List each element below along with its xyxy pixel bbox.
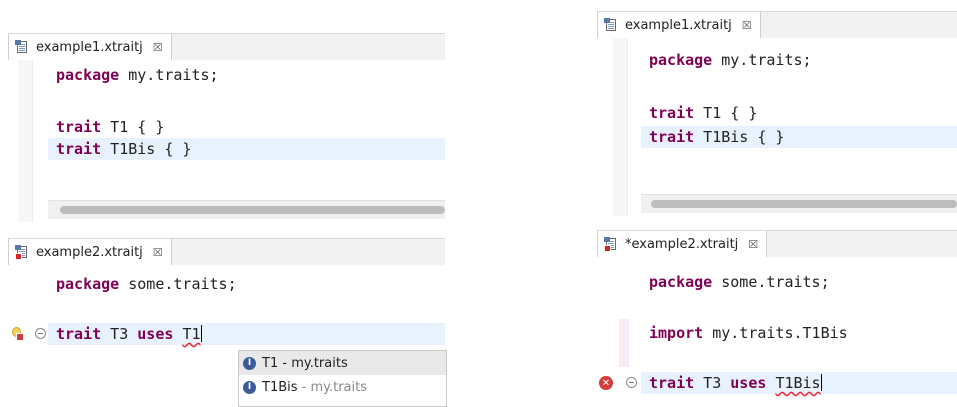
close-tab-icon[interactable]: ☒ — [742, 19, 752, 32]
code-text: T1 { } — [694, 104, 758, 122]
code-text: some.traits; — [712, 273, 830, 291]
fold-collapse-icon[interactable] — [626, 377, 637, 388]
xtraitj-file-icon — [15, 39, 30, 55]
xtraitj-file-error-icon — [604, 236, 619, 252]
content-assist-popup: I T1 - my.traits I T1Bis - my.traits — [238, 350, 447, 407]
code-line: trait T1 { } — [56, 116, 164, 138]
code-text: T3 — [101, 325, 138, 343]
editor-example1[interactable]: package my.traits; trait T1 { } trait T1… — [597, 38, 957, 216]
tab-bar-example2: example2.xtraitj ☒ — [8, 238, 445, 266]
tab-title: example1.xtraitj — [36, 39, 143, 55]
keyword: trait — [649, 128, 695, 146]
assist-item-sep: - — [278, 355, 292, 371]
tab-example1[interactable]: example1.xtraitj ☒ — [8, 34, 172, 60]
tab-example2[interactable]: *example2.xtraitj ☒ — [597, 231, 768, 257]
code-line: package some.traits; — [56, 273, 237, 295]
keyword: trait — [56, 140, 102, 158]
code-text: my.traits.T1Bis — [703, 324, 848, 342]
error-quickfix-icon[interactable] — [10, 327, 24, 341]
code-text: T1Bis { } — [101, 140, 192, 158]
editor-example1[interactable]: package my.traits; trait T1 { } trait T1… — [8, 60, 445, 222]
fold-collapse-icon[interactable] — [35, 328, 46, 339]
code-line: trait T3 uses T1 — [56, 323, 202, 345]
code-line: trait T1 { } — [649, 102, 757, 124]
code-text: my.traits; — [119, 66, 219, 84]
code-line: trait T1Bis { } — [649, 126, 784, 148]
keyword: import — [649, 324, 704, 342]
keyword: trait — [649, 374, 695, 392]
assist-item-name: T1 — [262, 355, 279, 371]
right-editor-area: example1.xtraitj ☒ package my.traits; tr… — [593, 0, 957, 405]
xtraitj-file-icon — [604, 17, 619, 33]
keyword: trait — [56, 118, 102, 136]
close-tab-icon[interactable]: ☒ — [153, 41, 163, 54]
tab-bar-example2: *example2.xtraitj ☒ — [597, 230, 957, 258]
keyword: trait — [649, 104, 695, 122]
assist-item-name: T1Bis — [262, 379, 298, 395]
keyword: uses — [137, 325, 174, 343]
code-line: package some.traits; — [649, 271, 830, 293]
assist-item-sep: - — [297, 379, 311, 395]
keyword: package — [56, 275, 120, 293]
code-text: my.traits; — [712, 51, 812, 69]
scrollbar-thumb[interactable] — [651, 200, 957, 208]
code-text: T1 { } — [101, 118, 165, 136]
tab-title: example2.xtraitj — [36, 244, 143, 260]
code-line: trait T1Bis { } — [56, 138, 191, 160]
error-icon[interactable]: ✕ — [599, 376, 613, 390]
tab-title: *example2.xtraitj — [625, 236, 739, 252]
error-reference: T1Bis — [775, 374, 821, 392]
horizontal-scrollbar[interactable] — [641, 194, 957, 213]
keyword: package — [649, 51, 713, 69]
tab-example1[interactable]: example1.xtraitj ☒ — [597, 12, 761, 38]
vertical-ruler — [18, 60, 33, 222]
horizontal-scrollbar[interactable] — [48, 200, 445, 219]
code-line: trait T3 uses T1Bis — [649, 372, 822, 394]
close-tab-icon[interactable]: ☒ — [748, 238, 758, 251]
code-line: package my.traits; — [649, 49, 812, 71]
editor-example2[interactable]: ✕ package some.traits; import my.traits.… — [597, 257, 957, 405]
interface-icon: I — [243, 356, 256, 370]
assist-item-t1bis[interactable]: I T1Bis - my.traits — [239, 375, 446, 399]
tab-example2[interactable]: example2.xtraitj ☒ — [8, 239, 172, 265]
text-caret — [200, 325, 202, 342]
scrollbar-thumb[interactable] — [60, 206, 445, 214]
left-editor-area: example1.xtraitj ☒ package my.traits; tr… — [0, 0, 447, 407]
code-text: some.traits; — [119, 275, 237, 293]
tab-bar-example1: example1.xtraitj ☒ — [8, 33, 445, 61]
vertical-ruler — [613, 38, 628, 216]
assist-item-package: my.traits — [310, 379, 368, 395]
tab-bar-example1: example1.xtraitj ☒ — [597, 11, 957, 39]
code-line: package my.traits; — [56, 64, 219, 86]
code-text: T3 — [694, 374, 731, 392]
error-reference: T1 — [182, 325, 201, 343]
keyword: trait — [56, 325, 102, 343]
close-tab-icon[interactable]: ☒ — [153, 246, 163, 259]
keyword: package — [56, 66, 120, 84]
tab-title: example1.xtraitj — [625, 17, 732, 33]
xtraitj-file-error-icon — [15, 244, 30, 260]
code-text: T1Bis { } — [694, 128, 785, 146]
interface-icon: I — [243, 380, 256, 394]
keyword: uses — [730, 374, 767, 392]
annotation-bar — [619, 319, 629, 367]
code-line: import my.traits.T1Bis — [649, 322, 848, 344]
text-caret — [820, 374, 822, 391]
assist-item-package: my.traits — [291, 355, 348, 371]
assist-item-t1[interactable]: I T1 - my.traits — [239, 351, 446, 375]
keyword: package — [649, 273, 713, 291]
